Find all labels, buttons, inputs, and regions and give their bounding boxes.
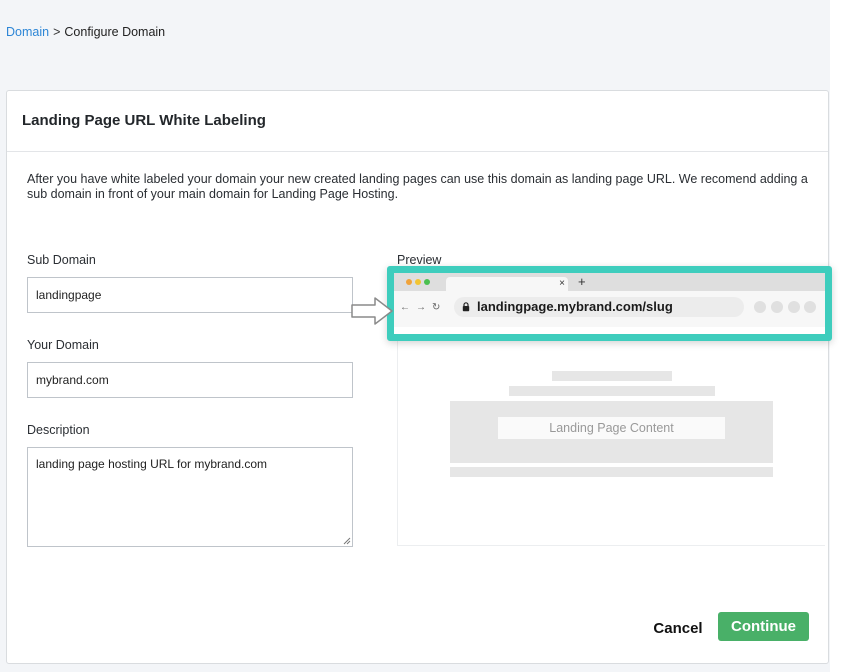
preview-url: landingpage.mybrand.com/slug [477,299,673,315]
continue-button[interactable]: Continue [718,612,809,641]
extension-icon [754,301,766,313]
browser-preview-frame: × + ← → ↻ landingpage.mybrand.com/slug [387,266,832,341]
preview-url-path: /slug [642,299,673,314]
description-textarea[interactable]: landing page hosting URL for mybrand.com [27,447,353,547]
card-header: Landing Page URL White Labeling [7,91,828,152]
configure-domain-card: Landing Page URL White Labeling After yo… [6,90,832,664]
extension-icon [771,301,783,313]
window-close-dot-icon [406,279,412,285]
window-minimize-dot-icon [415,279,421,285]
your-domain-input[interactable] [27,362,353,398]
preview-title-placeholder [552,371,672,381]
window-maximize-dot-icon [424,279,430,285]
breadcrumb-domain-link[interactable]: Domain [6,25,49,39]
lock-icon [462,302,470,312]
preview-label: Preview [397,253,442,267]
description-label: Description [27,423,90,437]
address-bar: landingpage.mybrand.com/slug [454,297,744,317]
profile-avatar-icon [804,301,816,313]
card-title: Landing Page URL White Labeling [22,112,266,129]
pointer-arrow-icon [351,297,393,325]
browser-toolbar: ← → ↻ landingpage.mybrand.com/slug [394,291,825,327]
sub-domain-input[interactable] [27,277,353,313]
your-domain-label: Your Domain [27,338,99,352]
resize-grip-icon[interactable] [343,537,351,545]
reload-icon: ↻ [432,302,441,313]
preview-content-block: Landing Page Content [450,401,773,463]
tab-close-icon: × [559,278,565,289]
preview-url-domain: landingpage.mybrand.com [477,299,643,314]
back-arrow-icon: ← [400,302,410,313]
breadcrumb-current: Configure Domain [64,25,166,39]
extension-icon [788,301,800,313]
sub-domain-label: Sub Domain [27,253,96,267]
breadcrumb-separator: > [53,25,61,39]
intro-text: After you have white labeled your domain… [27,172,808,201]
breadcrumb: Domain > Configure Domain [6,25,165,39]
preview-subtitle-placeholder [509,386,715,396]
preview-footer-placeholder [450,467,773,477]
browser-tab: × [446,277,568,291]
browser-tab-strip: × + [394,273,825,291]
preview-content-label: Landing Page Content [498,417,725,439]
cancel-button[interactable]: Cancel [648,613,708,643]
forward-arrow-icon: → [416,302,426,313]
new-tab-plus-icon: + [578,274,586,289]
